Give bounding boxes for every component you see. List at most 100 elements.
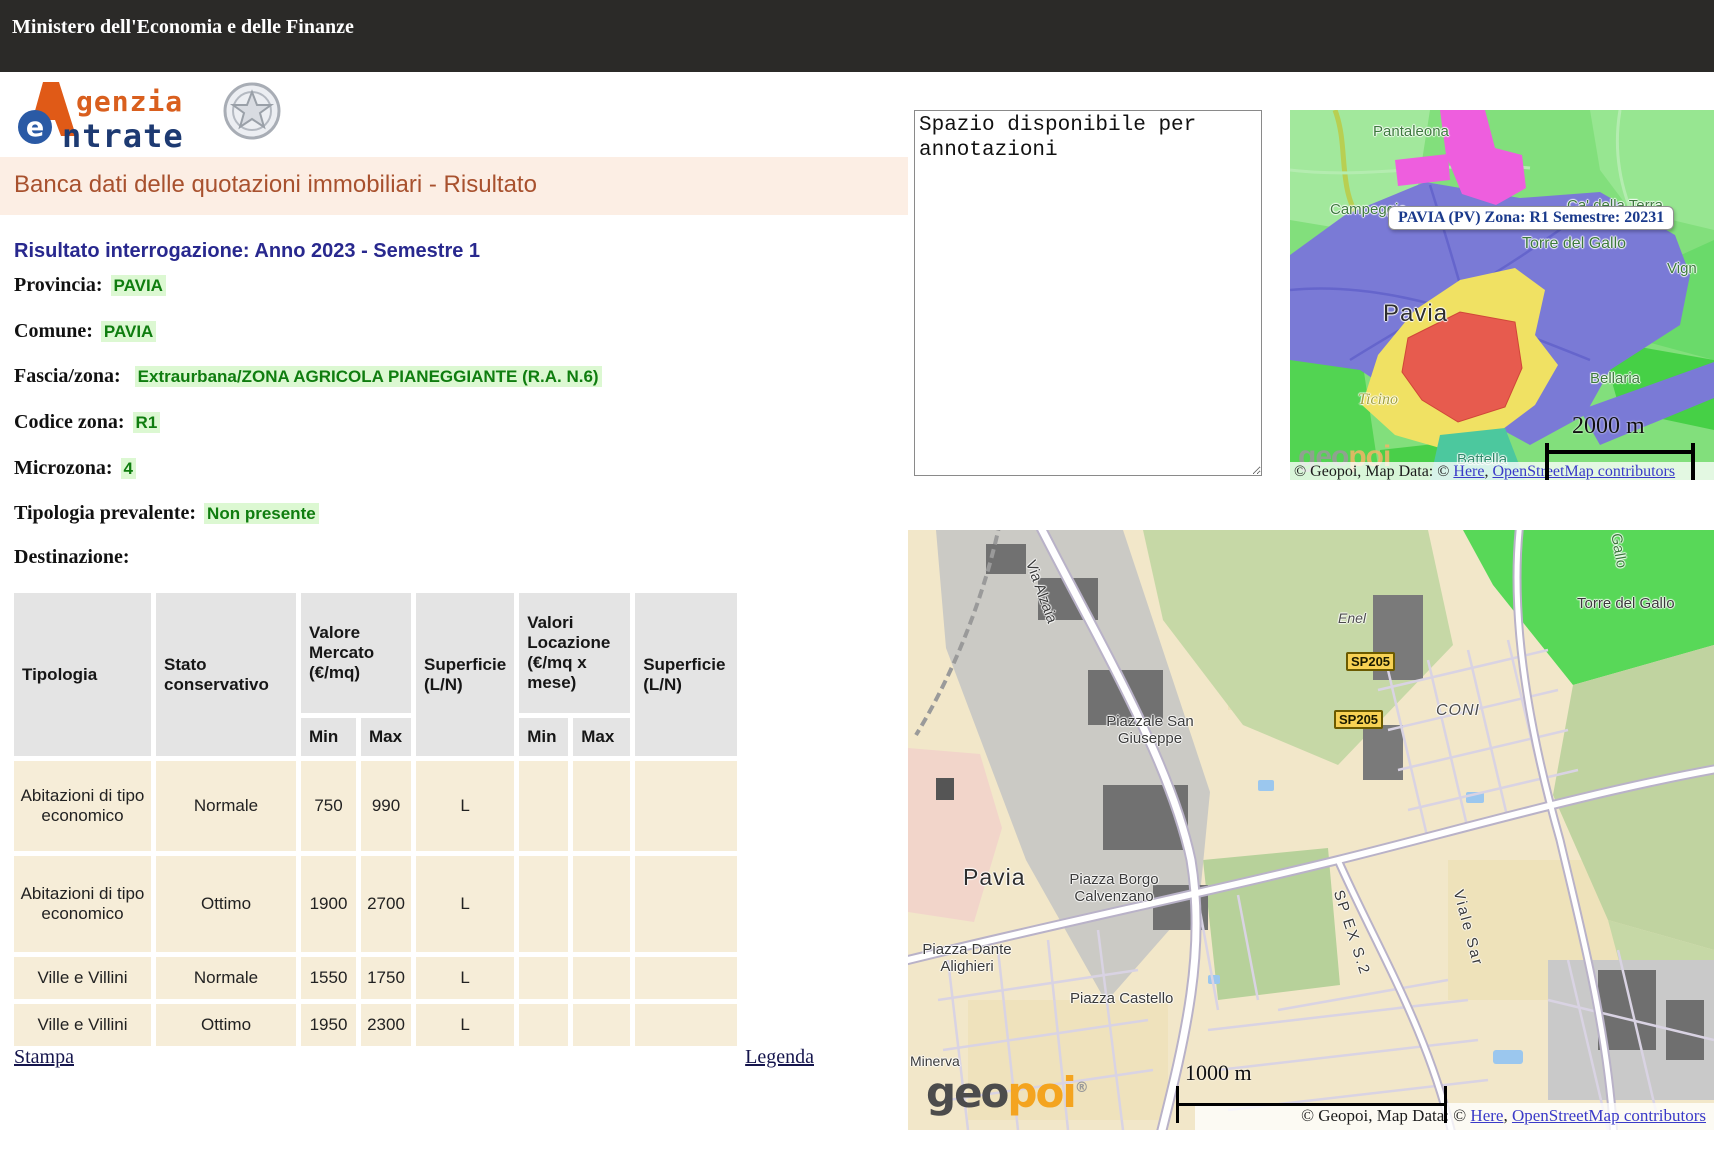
field-label: Tipologia prevalente:	[14, 502, 196, 524]
scale-label: 1000 m	[1185, 1060, 1252, 1086]
scale-bar-tick	[1545, 443, 1549, 480]
field-value: Non presente	[204, 503, 319, 524]
table-cell	[519, 761, 568, 851]
zone-map-graphic	[1290, 110, 1714, 480]
map-label-torre-del-gallo: Torre del Gallo	[1522, 235, 1626, 253]
field-value: PAVIA	[101, 321, 156, 342]
table-cell: Abitazioni di tipo economico	[14, 761, 151, 851]
svg-text:e: e	[26, 112, 44, 143]
table-cell	[573, 957, 630, 999]
italian-republic-emblem-icon	[222, 80, 282, 144]
annotations-textarea[interactable]: Spazio disponibile per annotazioni	[914, 110, 1262, 476]
map-attribution: © Geopoi, Map Data: © Here, OpenStreetMa…	[1290, 462, 1714, 480]
table-cell: 990	[361, 761, 411, 851]
result-heading: Risultato interrogazione: Anno 2023 - Se…	[14, 240, 480, 263]
map-label-pantaleona: Pantaleona	[1373, 123, 1449, 140]
col-header-tipologia: Tipologia	[14, 593, 151, 756]
here-link[interactable]: Here	[1453, 463, 1484, 480]
table-cell	[519, 957, 568, 999]
table-cell: 1950	[301, 1004, 356, 1046]
table-row: Ville e VilliniNormale15501750L	[14, 957, 737, 999]
street-map[interactable]: Via Alzaia Piazzale San Giuseppe Enel SP…	[908, 530, 1714, 1130]
field-comune: Comune: PAVIA	[14, 320, 156, 343]
col-header-valore-mercato: Valore Mercato (€/mq)	[301, 593, 411, 713]
map-attribution: © Geopoi, Map Data: © Here, OpenStreetMa…	[1195, 1103, 1714, 1130]
col-header-stato-conservativo: Stato conservativo	[156, 593, 296, 756]
field-microzona: Microzona:4	[14, 457, 136, 480]
table-cell: 1550	[301, 957, 356, 999]
col-header-min-locazione: Min	[519, 718, 568, 756]
field-label: Comune:	[14, 320, 93, 342]
agenzia-entrate-logo[interactable]: e genzia ntrate	[12, 76, 302, 156]
osm-link[interactable]: OpenStreetMap contributors	[1492, 463, 1675, 480]
table-cell: 1900	[301, 856, 356, 952]
col-header-max-locazione: Max	[573, 718, 630, 756]
quotazioni-table-body: Abitazioni di tipo economico Normale 75099…	[14, 761, 737, 1046]
road-badge-sp205: SP205	[1334, 710, 1383, 729]
street-map-graphic	[908, 530, 1714, 1130]
table-cell: 750	[301, 761, 356, 851]
col-header-max-mercato: Max	[361, 718, 411, 756]
map-label-torre-del-gallo: Torre del Gallo	[1577, 595, 1675, 612]
table-cell: 1750	[361, 957, 411, 999]
page-title: Banca dati delle quotazioni immobiliari …	[0, 157, 908, 199]
table-cell	[573, 1004, 630, 1046]
map-label-piazza-borgo-calvenzano: Piazza Borgo Calvenzano	[1048, 871, 1180, 905]
zone-tooltip: PAVIA (PV) Zona: R1 Semestre: 20231	[1388, 206, 1674, 230]
table-cell	[519, 1004, 568, 1046]
table-row: Abitazioni di tipo economicoNormale75099…	[14, 761, 737, 851]
scale-bar-tick	[1444, 1086, 1447, 1123]
table-cell	[635, 957, 737, 999]
svg-text:genzia: genzia	[76, 85, 183, 118]
map-label-piazzale-san-giuseppe: Piazzale San Giuseppe	[1080, 713, 1220, 747]
scale-bar-tick	[1176, 1086, 1179, 1123]
table-cell: 2700	[361, 856, 411, 952]
map-label-piazza-castello: Piazza Castello	[1070, 990, 1173, 1007]
legenda-link[interactable]: Legenda	[745, 1046, 814, 1069]
map-label-pavia: Pavia	[963, 864, 1026, 891]
page-title-bar: Banca dati delle quotazioni immobiliari …	[0, 157, 908, 215]
table-cell: L	[416, 856, 514, 952]
table-cell	[573, 856, 630, 952]
map-label-minerva: Minerva	[910, 1053, 960, 1069]
table-cell: Ville e Villini	[14, 957, 151, 999]
map-label-enel: Enel	[1338, 610, 1366, 626]
field-label: Codice zona:	[14, 411, 125, 433]
col-header-valori-locazione: Valori Locazione (€/mq x mese)	[519, 593, 630, 713]
field-destinazione: Destinazione:	[14, 546, 130, 569]
field-codice-zona: Codice zona: R1	[14, 411, 160, 434]
agenzia-entrate-logo-graphic: e genzia ntrate	[12, 76, 222, 156]
map-label-ticino: Ticino	[1358, 391, 1398, 409]
table-row: Abitazioni di tipo economicoOttimo190027…	[14, 856, 737, 952]
map-label-vigna: Vign	[1667, 260, 1697, 277]
table-row: Ville e VilliniOttimo19502300L	[14, 1004, 737, 1046]
osm-link[interactable]: OpenStreetMap contributors	[1512, 1106, 1706, 1125]
field-label: Fascia/zona:	[14, 365, 121, 387]
ministry-bar: Ministero dell'Economia e delle Finanze	[0, 0, 1714, 72]
here-link[interactable]: Here	[1470, 1106, 1503, 1125]
svg-text:ntrate: ntrate	[62, 117, 184, 155]
field-value: Extraurbana/ZONA AGRICOLA PIANEGGIANTE (…	[135, 366, 602, 387]
table-cell: L	[416, 1004, 514, 1046]
scale-bar	[1545, 450, 1695, 454]
table-cell: L	[416, 957, 514, 999]
stampa-link[interactable]: Stampa	[14, 1046, 74, 1069]
road-badge-sp205: SP205	[1346, 652, 1395, 671]
field-value: R1	[133, 412, 161, 433]
col-header-min-mercato: Min	[301, 718, 356, 756]
field-label: Microzona:	[14, 457, 113, 479]
map-label-bellaria: Bellaria	[1590, 370, 1640, 387]
ministry-title: Ministero dell'Economia e delle Finanze	[0, 0, 1714, 39]
field-provincia: Provincia:PAVIA	[14, 274, 166, 297]
zone-map[interactable]: Pantaleona Campeggio Ca' della Terra Tor…	[1290, 110, 1714, 480]
map-label-coni: CONI	[1436, 702, 1480, 720]
table-cell: L	[416, 761, 514, 851]
col-header-superficie-2: Superficie (L/N)	[635, 593, 737, 756]
table-cell: Ottimo	[156, 856, 296, 952]
field-label: Provincia:	[14, 274, 103, 296]
table-cell: Ville e Villini	[14, 1004, 151, 1046]
table-cell	[635, 761, 737, 851]
scale-bar	[1176, 1103, 1447, 1106]
field-tipologia-prevalente: Tipologia prevalente: Non presente	[14, 502, 319, 525]
table-cell: Normale	[156, 957, 296, 999]
